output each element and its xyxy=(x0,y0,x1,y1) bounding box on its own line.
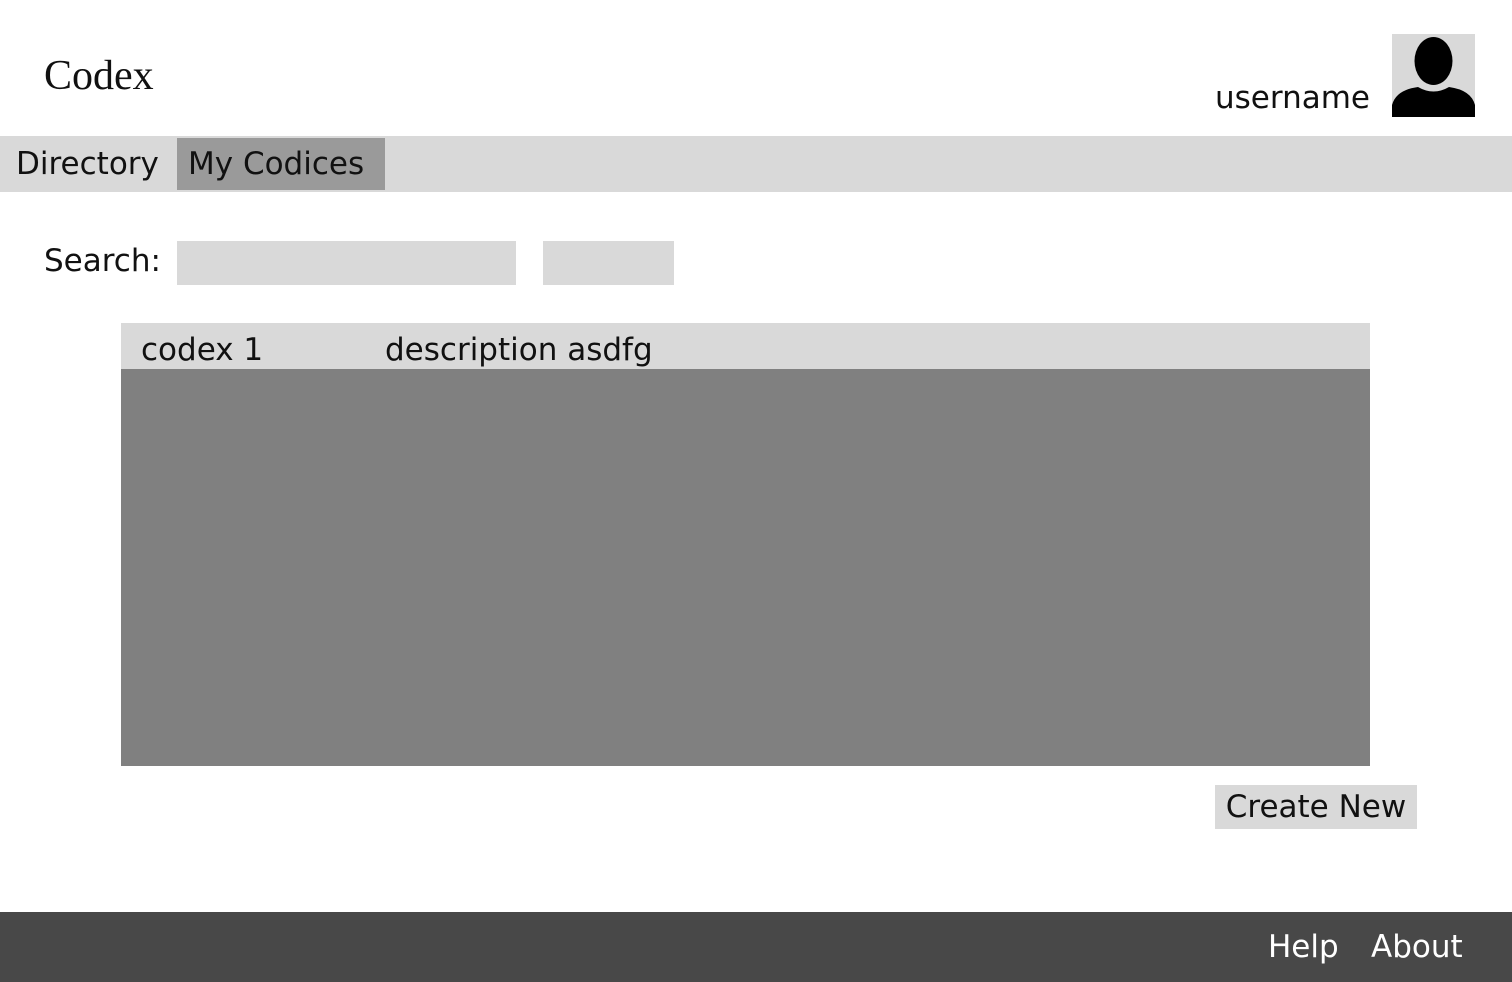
footer: Help About xyxy=(0,912,1512,982)
codex-description: description asdfg xyxy=(385,332,653,368)
codex-name: codex 1 xyxy=(141,332,264,368)
footer-link-about[interactable]: About xyxy=(1371,928,1463,966)
tab-directory[interactable]: Directory xyxy=(16,138,159,190)
search-button[interactable] xyxy=(543,241,674,285)
footer-link-help[interactable]: Help xyxy=(1268,928,1339,966)
tab-my-codices[interactable]: My Codices xyxy=(177,138,385,190)
search-label: Search: xyxy=(44,243,161,279)
search-input[interactable] xyxy=(177,241,516,285)
username-label[interactable]: username xyxy=(1215,79,1370,117)
create-new-button[interactable]: Create New xyxy=(1215,785,1417,829)
app-title: Codex xyxy=(44,53,154,99)
avatar[interactable] xyxy=(1392,34,1475,117)
user-silhouette-icon xyxy=(1392,37,1475,117)
codex-list: codex 1 description asdfg xyxy=(121,323,1370,766)
nav-bar: Directory My Codices xyxy=(0,136,1512,192)
list-item[interactable]: codex 1 description asdfg xyxy=(121,323,1370,369)
